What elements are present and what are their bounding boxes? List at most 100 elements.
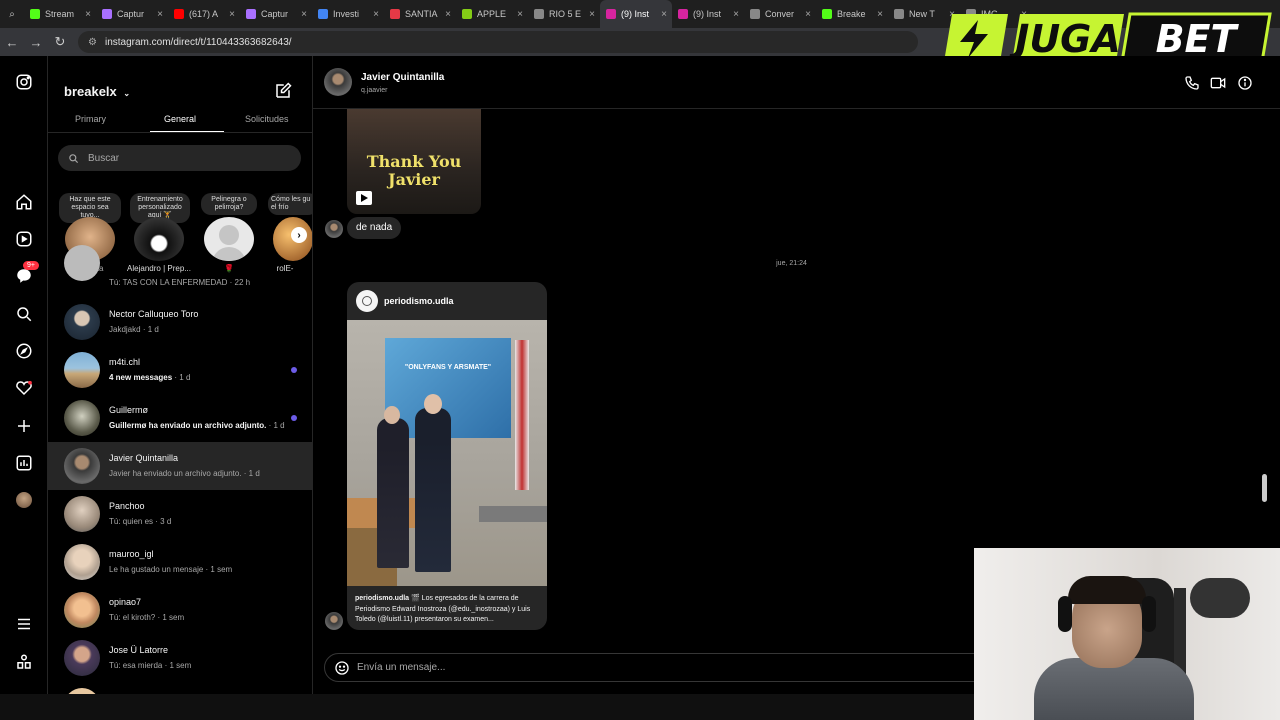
browser-tab[interactable]: (9) Inst × xyxy=(672,0,744,28)
message-bubble[interactable]: de nada xyxy=(347,217,402,239)
info-icon[interactable] xyxy=(1237,75,1253,91)
browser-tab[interactable]: RIO 5 E × xyxy=(528,0,600,28)
preview-text: Tú: el kiroth? xyxy=(109,613,156,622)
video-message[interactable]: Thank You Javier xyxy=(347,109,481,214)
conversation-item[interactable]: Guillermø Guillermø ha enviado un archiv… xyxy=(48,394,312,442)
shared-post[interactable]: periodismo.udla "ONLYFANS Y ARSMATE" per… xyxy=(347,282,547,630)
post-caption: periodismo.udla 🎬 Los egresados de la ca… xyxy=(355,594,543,626)
conversation-item[interactable]: Nector Calluqueo Toro Jakdjakd · 1 d xyxy=(48,298,312,346)
tab-close-icon[interactable]: × xyxy=(805,9,811,20)
tab-close-icon[interactable]: × xyxy=(733,9,739,20)
reload-icon[interactable]: ↻ xyxy=(48,34,72,50)
tab-favicon xyxy=(894,9,904,19)
tab-close-icon[interactable]: × xyxy=(229,9,235,20)
tabs-divider xyxy=(48,132,312,133)
browser-tab[interactable]: (9) Inst × xyxy=(600,0,672,28)
emoji-icon[interactable] xyxy=(334,660,350,676)
apps-grid-icon[interactable] xyxy=(14,652,34,672)
conversation-name: Guillermø xyxy=(109,405,149,415)
conversation-item[interactable] xyxy=(48,682,312,694)
back-icon[interactable]: ← xyxy=(0,35,24,50)
browser-tab[interactable]: (617) A × xyxy=(168,0,240,28)
create-plus-icon[interactable] xyxy=(14,416,34,436)
tab-label: SANTIA xyxy=(405,9,438,19)
tab-general[interactable]: General xyxy=(164,114,196,124)
menu-icon[interactable] xyxy=(14,614,34,634)
preview-text: Guillermø ha enviado un archivo adjunto. xyxy=(109,421,267,430)
scrollbar-thumb[interactable] xyxy=(1262,474,1267,502)
tab-close-icon[interactable]: × xyxy=(517,9,523,20)
contact-avatar[interactable] xyxy=(324,68,352,96)
instagram-logo-icon[interactable] xyxy=(14,72,34,92)
tab-primary[interactable]: Primary xyxy=(75,114,106,124)
note-bubble[interactable]: Cómo les gu el frío xyxy=(268,193,312,215)
tab-favicon xyxy=(678,9,688,19)
sender-avatar[interactable] xyxy=(325,612,343,630)
tab-close-icon[interactable]: × xyxy=(661,9,667,20)
search-input[interactable]: Buscar xyxy=(58,145,301,171)
conversation-item[interactable]: opinao7 Tú: el kiroth? · 1 sem xyxy=(48,586,312,634)
account-username: breakelx xyxy=(64,84,117,99)
tab-label: (617) A xyxy=(189,9,219,19)
tab-close-icon[interactable]: × xyxy=(373,9,379,20)
phone-icon[interactable] xyxy=(1184,75,1200,91)
conversation-item[interactable]: mauroo_igl Le ha gustado un mensaje · 1 … xyxy=(48,538,312,586)
browser-tab[interactable]: APPLE × xyxy=(456,0,528,28)
site-info-icon[interactable]: ⚙ xyxy=(88,37,97,48)
url-field[interactable]: ⚙ instagram.com/direct/t/110443363682643… xyxy=(78,31,918,53)
contact-name[interactable]: Javier Quintanilla xyxy=(361,72,444,83)
note-bubble[interactable]: Pelinegra o pelirroja? xyxy=(201,193,257,215)
preview-time: · 3 d xyxy=(155,517,172,526)
video-call-icon[interactable] xyxy=(1210,75,1226,91)
tab-favicon xyxy=(822,9,832,19)
default-avatar[interactable] xyxy=(204,217,254,261)
note-avatar[interactable] xyxy=(134,217,184,261)
tab-favicon xyxy=(318,9,328,19)
tab-requests[interactable]: Solicitudes xyxy=(245,114,289,124)
account-switcher[interactable]: breakelx ⌄ xyxy=(64,84,130,99)
messages-icon[interactable]: 9+ xyxy=(14,261,39,286)
tab-close-icon[interactable]: × xyxy=(157,9,163,20)
tab-close-icon[interactable]: × xyxy=(445,9,451,20)
preview-text: Tú: esa mierda xyxy=(109,661,163,670)
browser-tab[interactable]: SANTIA × xyxy=(384,0,456,28)
explore-icon[interactable] xyxy=(14,341,34,361)
browser-tab[interactable]: Investi × xyxy=(312,0,384,28)
tab-close-icon[interactable]: × xyxy=(589,9,595,20)
browser-tab[interactable]: Stream × xyxy=(24,0,96,28)
conversation-item[interactable]: Jose Ü Latorre Tú: esa mierda · 1 sem xyxy=(48,634,312,682)
sender-avatar[interactable] xyxy=(325,220,343,238)
conversation-item[interactable]: m4ti.chl 4 new messages · 1 d xyxy=(48,346,312,394)
nav-rail: 9+ xyxy=(0,56,48,694)
browser-tab[interactable]: Captur × xyxy=(96,0,168,28)
compose-icon[interactable] xyxy=(274,82,292,100)
notifications-heart-icon[interactable] xyxy=(14,378,34,398)
tab-favicon xyxy=(606,9,616,19)
avatar xyxy=(64,400,100,436)
home-icon[interactable] xyxy=(14,192,34,212)
reels-icon[interactable] xyxy=(14,229,34,249)
browser-tab[interactable]: Breake × xyxy=(816,0,888,28)
conversation-item[interactable]: Tú: TAS CON LA ENFERMEDAD · 22 h xyxy=(48,245,312,293)
chevron-right-icon[interactable]: › xyxy=(291,227,307,243)
conversation-item[interactable]: Panchoo Tú: quien es · 3 d xyxy=(48,490,312,538)
search-icon[interactable] xyxy=(14,304,34,324)
browser-tab[interactable]: Conver × xyxy=(744,0,816,28)
forward-icon[interactable]: → xyxy=(24,35,48,50)
conversation-item-selected[interactable]: Javier Quintanilla Javier ha enviado un … xyxy=(48,442,312,490)
message-timestamp: jue, 21:24 xyxy=(776,260,807,267)
unread-dot xyxy=(291,367,297,373)
browser-tab[interactable]: Captur × xyxy=(240,0,312,28)
tab-search-icon[interactable]: ⌕ xyxy=(0,9,24,20)
avatar xyxy=(64,592,100,628)
profile-avatar[interactable] xyxy=(14,490,34,510)
conversation-preview: 4 new messages · 1 d xyxy=(109,373,309,382)
preview-text: Javier ha enviado un archivo adjunto. xyxy=(109,469,242,478)
tab-close-icon[interactable]: × xyxy=(301,9,307,20)
tab-close-icon[interactable]: × xyxy=(85,9,91,20)
conversation-preview: Tú: el kiroth? · 1 sem xyxy=(109,613,309,622)
dashboard-icon[interactable] xyxy=(14,453,34,473)
preview-time: · 1 d xyxy=(174,373,191,382)
post-author[interactable]: periodismo.udla xyxy=(384,296,454,306)
tab-close-icon[interactable]: × xyxy=(877,9,883,20)
